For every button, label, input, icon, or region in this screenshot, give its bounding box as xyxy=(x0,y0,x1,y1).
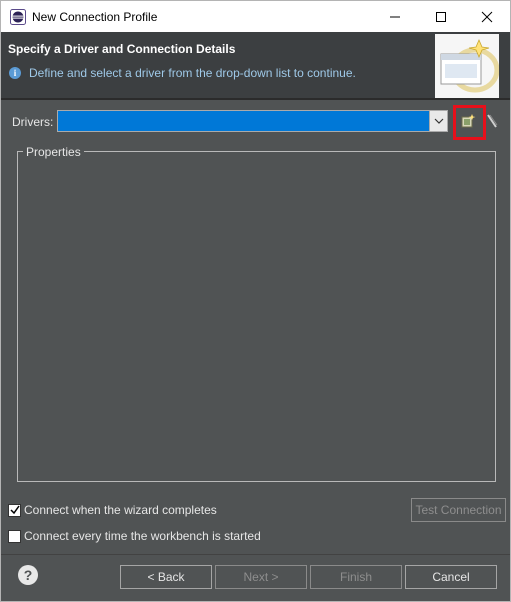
connect-on-startup-checkbox[interactable] xyxy=(8,529,21,543)
properties-label: Properties xyxy=(23,145,84,159)
maximize-button[interactable] xyxy=(418,1,464,32)
help-icon[interactable]: ? xyxy=(18,565,38,585)
connect-on-finish-label: Connect when the wizard completes xyxy=(24,503,217,517)
close-button[interactable] xyxy=(464,1,510,32)
back-button[interactable]: < Back xyxy=(120,565,212,589)
wizard-header: Specify a Driver and Connection Details … xyxy=(1,32,510,98)
chevron-down-icon xyxy=(434,118,443,124)
drivers-label: Drivers: xyxy=(12,115,54,129)
maximize-icon xyxy=(436,11,446,22)
window-title: New Connection Profile xyxy=(32,10,158,24)
checkmark-icon xyxy=(9,505,20,515)
wizard-banner-icon xyxy=(435,34,499,98)
connect-on-finish-option[interactable]: Connect when the wizard completes xyxy=(8,503,217,517)
connect-on-finish-checkbox[interactable] xyxy=(8,503,21,517)
info-icon: i xyxy=(9,67,21,79)
eclipse-icon xyxy=(10,9,26,25)
close-icon xyxy=(481,11,493,22)
header-separator xyxy=(1,98,510,100)
edit-driver-button[interactable] xyxy=(485,113,499,129)
finish-button[interactable]: Finish xyxy=(310,565,402,589)
properties-group xyxy=(17,151,496,482)
page-description: Define and select a driver from the drop… xyxy=(29,66,356,80)
title-bar[interactable]: New Connection Profile xyxy=(1,1,510,32)
connect-on-startup-label: Connect every time the workbench is star… xyxy=(24,529,261,543)
connect-on-startup-option[interactable]: Connect every time the workbench is star… xyxy=(8,529,261,543)
edit-driver-icon xyxy=(487,114,498,128)
dropdown-arrow[interactable] xyxy=(429,111,447,131)
new-connection-profile-dialog: New Connection Profile Specify a Driver … xyxy=(0,0,511,602)
new-driver-highlight xyxy=(453,105,486,140)
footer-separator xyxy=(1,554,510,555)
page-title: Specify a Driver and Connection Details xyxy=(8,42,236,56)
minimize-button[interactable] xyxy=(372,1,418,32)
next-button[interactable]: Next > xyxy=(215,565,307,589)
minimize-icon xyxy=(390,16,400,17)
drivers-dropdown[interactable] xyxy=(57,110,448,132)
cancel-button[interactable]: Cancel xyxy=(405,565,497,589)
test-connection-button[interactable]: Test Connection xyxy=(411,498,506,522)
